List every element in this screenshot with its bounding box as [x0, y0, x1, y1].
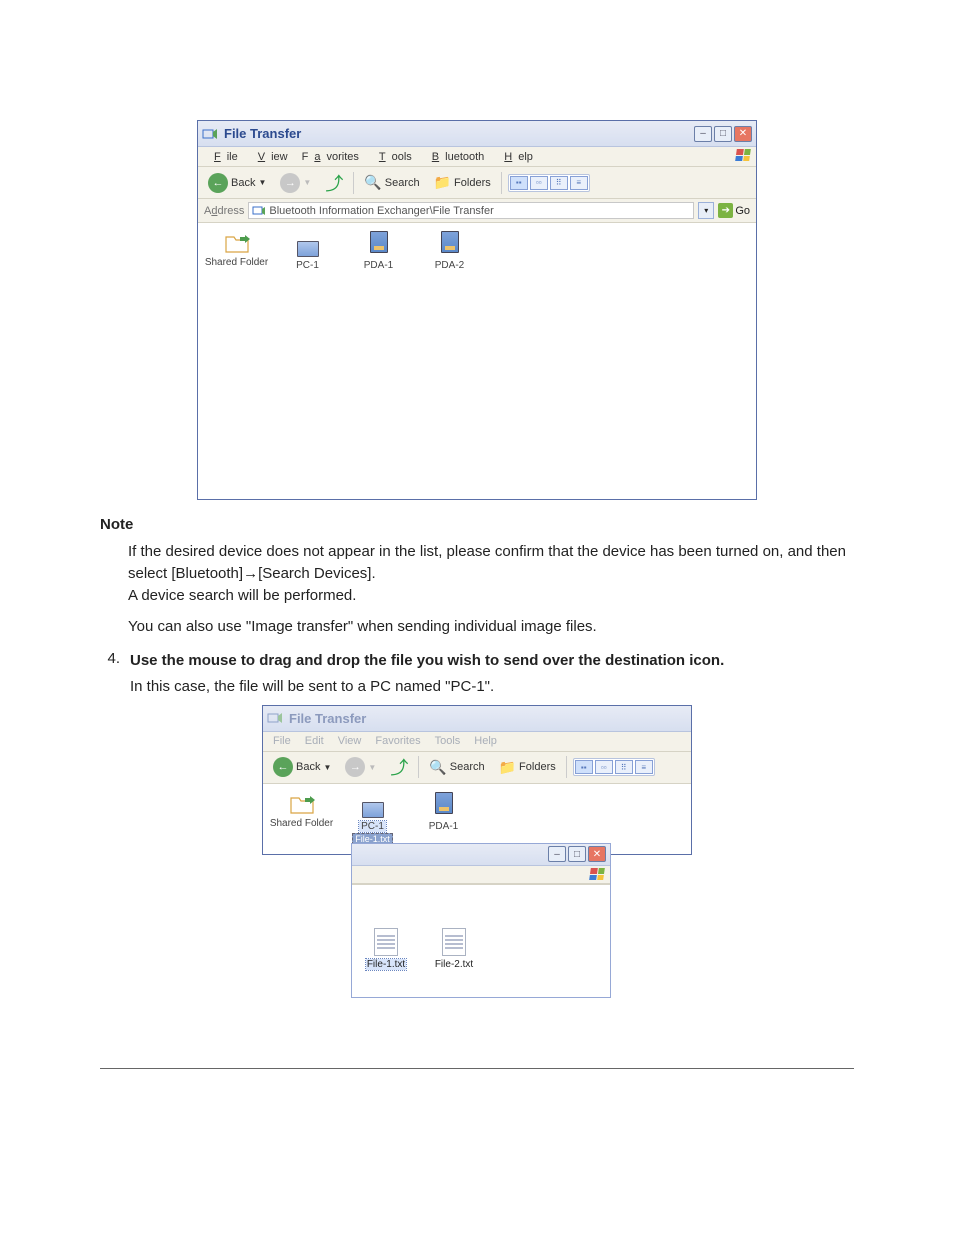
maximize-button[interactable]: □ [714, 126, 732, 142]
text-file-icon [374, 928, 398, 956]
back-button[interactable]: ←Back▼ [204, 172, 270, 194]
toolbar: ←Back▼ →▼ ⤴ 🔍Search 📁Folders ▪▪ ▫▫ ⠿ ≡ [263, 752, 691, 784]
file-2[interactable]: File-2.txt [426, 928, 482, 970]
up-button[interactable]: ⤴ [386, 753, 412, 781]
menu-file[interactable]: File [267, 734, 297, 748]
pc-icon [359, 792, 387, 818]
drag-drop-illustration: File Transfer File Edit View Favorites T… [262, 705, 692, 998]
menu-view[interactable]: View [246, 150, 294, 164]
forward-button[interactable]: →▼ [341, 756, 380, 778]
close-button[interactable]: ✕ [734, 126, 752, 142]
item-pda-2[interactable]: PDA-2 [417, 231, 482, 271]
menu-view[interactable]: View [332, 734, 368, 748]
address-label: Address [204, 205, 244, 217]
file-transfer-window: File Transfer – □ ✕ File View Favorites … [197, 120, 757, 500]
note-text-3: You can also use "Image transfer" when s… [128, 616, 854, 638]
note-text-2: A device search will be performed. [128, 587, 356, 604]
titlebar: – □ ✕ [352, 844, 610, 866]
menu-help[interactable]: Help [468, 734, 503, 748]
app-icon [267, 711, 283, 725]
menu-edit[interactable]: Edit [299, 734, 330, 748]
step-desc: In this case, the file will be sent to a… [130, 678, 854, 695]
pda-icon [365, 231, 393, 257]
toolbar: ←Back▼ →▼ ⤴ 🔍Search 📁Folders ▪▪ ▫▫ ⠿ ≡ [198, 167, 756, 199]
up-button[interactable]: ⤴ [321, 169, 347, 197]
minimize-button[interactable]: – [694, 126, 712, 142]
menu-bluetooth[interactable]: Bluetooth [420, 150, 491, 164]
menubar: File Edit View Favorites Tools Help [263, 732, 691, 752]
menu-favorites[interactable]: Favorites [369, 734, 426, 748]
view-tiles-button[interactable]: ⠿ [615, 760, 633, 774]
view-details-button[interactable]: ≡ [570, 176, 588, 190]
view-list-button[interactable]: ▫▫ [595, 760, 613, 774]
item-pda-1[interactable]: PDA-1 [411, 792, 476, 832]
view-list-button[interactable]: ▫▫ [530, 176, 548, 190]
shared-folder-icon [288, 792, 316, 816]
view-details-button[interactable]: ≡ [635, 760, 653, 774]
source-folder-window: – □ ✕ File-1.txt File-2.txt [351, 843, 611, 998]
step-number: 4. [100, 650, 122, 695]
footer-divider [100, 1068, 854, 1069]
item-pda-1[interactable]: PDA-1 [346, 231, 411, 271]
file-1-selected[interactable]: File-1.txt [358, 928, 414, 970]
item-pc-1[interactable]: PC-1 [275, 231, 340, 271]
view-mode-toolbar: ▪▪ ▫▫ ⠿ ≡ [573, 758, 655, 776]
pc-icon [294, 231, 322, 257]
folders-button[interactable]: 📁Folders [495, 758, 560, 777]
titlebar: File Transfer [263, 706, 691, 732]
windows-logo-icon [736, 149, 752, 163]
menu-tools[interactable]: Tools [429, 734, 467, 748]
text-file-icon [442, 928, 466, 956]
address-dropdown-icon[interactable]: ▾ [698, 202, 714, 219]
menu-favorites[interactable]: Favorites [296, 150, 365, 164]
back-button[interactable]: ←Back▼ [269, 756, 335, 778]
pda-icon [436, 231, 464, 257]
maximize-button[interactable]: □ [568, 846, 586, 862]
app-icon [202, 127, 218, 141]
menu-help[interactable]: Help [492, 150, 539, 164]
go-button[interactable]: ➔Go [718, 203, 750, 218]
item-shared-folder[interactable]: Shared Folder [204, 231, 269, 268]
windows-logo-icon [590, 868, 606, 882]
window-title: File Transfer [224, 126, 301, 141]
content-area: Shared Folder PC-1 PDA-1 PDA-2 [198, 223, 756, 499]
menu-tools[interactable]: Tools [367, 150, 418, 164]
address-icon [252, 205, 266, 217]
item-shared-folder[interactable]: Shared Folder [269, 792, 334, 829]
note-section: Note If the desired device does not appe… [100, 516, 854, 638]
view-mode-toolbar: ▪▪ ▫▫ ⠿ ≡ [508, 174, 590, 192]
file-transfer-window-2: File Transfer File Edit View Favorites T… [262, 705, 692, 855]
shared-folder-icon [223, 231, 251, 255]
menu-file[interactable]: File [202, 150, 244, 164]
titlebar: File Transfer – □ ✕ [198, 121, 756, 147]
note-heading: Note [100, 516, 854, 533]
content-area: File-1.txt File-2.txt [352, 884, 610, 974]
window-title: File Transfer [289, 711, 366, 726]
view-icons-button[interactable]: ▪▪ [510, 176, 528, 190]
menubar [352, 866, 610, 884]
menubar: File View Favorites Tools Bluetooth Help [198, 147, 756, 167]
step-title: Use the mouse to drag and drop the file … [130, 650, 854, 672]
addressbar: Address Bluetooth Information Exchanger\… [198, 199, 756, 223]
forward-button[interactable]: →▼ [276, 172, 315, 194]
note-text-1: If the desired device does not appear in… [128, 543, 846, 582]
pda-icon [430, 792, 458, 818]
search-button[interactable]: 🔍Search [425, 758, 488, 777]
minimize-button[interactable]: – [548, 846, 566, 862]
view-icons-button[interactable]: ▪▪ [575, 760, 593, 774]
step-4: 4. Use the mouse to drag and drop the fi… [100, 650, 854, 695]
close-button[interactable]: ✕ [588, 846, 606, 862]
address-field[interactable]: Bluetooth Information Exchanger\File Tra… [248, 202, 694, 219]
folders-button[interactable]: 📁Folders [430, 173, 495, 192]
search-button[interactable]: 🔍Search [360, 173, 423, 192]
item-pc-1-drop-target[interactable]: PC-1 File-1.txt [340, 792, 405, 845]
view-tiles-button[interactable]: ⠿ [550, 176, 568, 190]
